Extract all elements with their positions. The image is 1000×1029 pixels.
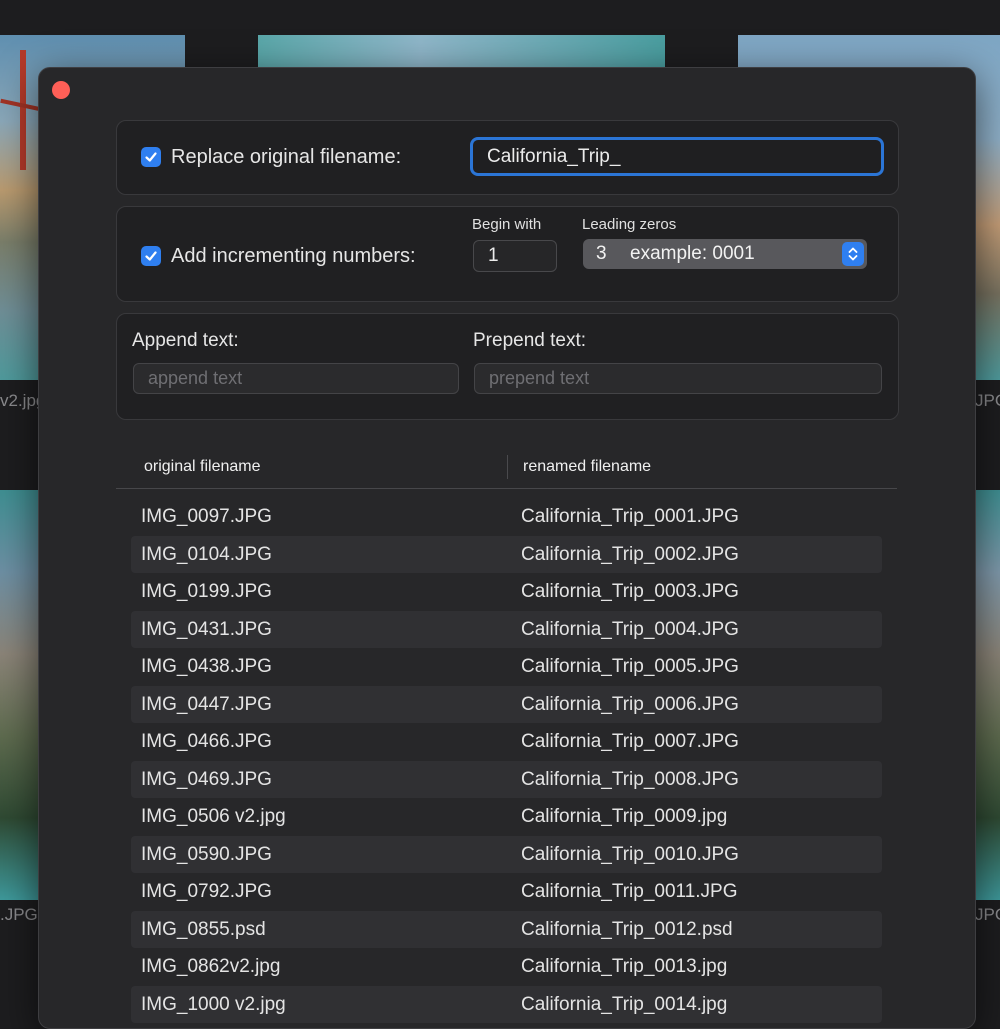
original-filename-cell: IMG_0447.JPG [141,693,272,715]
renamed-filename-cell: California_Trip_0003.JPG [521,581,739,602]
renamed-filename-cell: California_Trip_0007.JPG [521,731,739,752]
leading-zeros-select[interactable]: 3 example: 0001 [583,239,867,269]
renamed-filename-cell: California_Trip_0013.jpg [521,956,728,977]
chevron-up-down-icon[interactable] [842,242,864,266]
renamed-filename-cell: California_Trip_0001.JPG [521,506,739,527]
renamed-filename-cell: California_Trip_0006.JPG [521,693,739,715]
background-photo-sky [258,35,665,68]
original-filename-cell: IMG_1000 v2.jpg [141,993,286,1015]
begin-with-label: Begin with [472,216,542,233]
renamed-filename-cell: California_Trip_0004.JPG [521,618,739,640]
background-thumb-label: JPG [975,391,1000,410]
original-filename-cell: IMG_0590.JPG [141,843,272,865]
table-row[interactable]: IMG_0097.JPG California_Trip_0001.JPG [131,498,882,536]
renamed-filename-cell: California_Trip_0008.JPG [521,768,739,790]
bridge-tower [20,50,26,170]
original-filename-cell: IMG_0862v2.jpg [141,956,281,977]
prepend-text-input[interactable] [474,363,882,394]
leading-zeros-label: Leading zeros [582,216,677,233]
column-header-renamed[interactable]: renamed filename [523,458,651,476]
rename-window: Replace original filename: Add increment… [38,67,976,1029]
original-filename-cell: IMG_0199.JPG [141,581,272,602]
table-row[interactable]: IMG_0466.JPG California_Trip_0007.JPG [131,723,882,761]
table-row[interactable]: IMG_0447.JPG California_Trip_0006.JPG [131,685,882,723]
incrementing-numbers-checkbox[interactable] [141,246,161,266]
replace-filename-input[interactable] [470,137,884,176]
leading-zeros-example: example: 0001 [630,243,755,264]
begin-with-input[interactable] [473,240,557,272]
original-filename-cell: IMG_0855.psd [141,918,266,940]
original-filename-cell: IMG_0466.JPG [141,731,272,752]
background-thumb-label: .JPG [0,905,38,924]
prepend-text-label: Prepend text: [473,330,587,351]
table-row[interactable]: IMG_0862v2.jpg California_Trip_0013.jpg [131,948,882,986]
table-row[interactable]: IMG_0104.JPG California_Trip_0002.JPG [131,535,882,573]
original-filename-cell: IMG_0469.JPG [141,768,272,790]
table-row[interactable]: IMG_0590.JPG California_Trip_0010.JPG [131,835,882,873]
background-thumb-label: JPG [975,905,1000,924]
append-text-input[interactable] [133,363,459,394]
original-filename-cell: IMG_0431.JPG [141,618,272,640]
table-row[interactable]: IMG_0855.psd California_Trip_0012.psd [131,910,882,948]
renamed-filename-cell: California_Trip_0009.jpg [521,806,728,827]
table-header-separator [116,488,897,489]
table-row[interactable]: IMG_0506 v2.jpg California_Trip_0009.jpg [131,798,882,836]
checkmark-icon [145,251,157,261]
close-window-button[interactable] [52,81,70,99]
column-header-original[interactable]: original filename [144,458,261,476]
checkmark-icon [145,152,157,162]
original-filename-cell: IMG_0792.JPG [141,881,272,902]
original-filename-cell: IMG_0097.JPG [141,506,272,527]
original-filename-cell: IMG_0104.JPG [141,543,272,565]
table-row[interactable]: IMG_0469.JPG California_Trip_0008.JPG [131,760,882,798]
replace-filename-checkbox[interactable] [141,147,161,167]
renamed-filename-cell: California_Trip_0014.jpg [521,993,728,1015]
renamed-filename-cell: California_Trip_0002.JPG [521,543,739,565]
replace-filename-label: Replace original filename: [171,146,402,168]
renamed-filename-cell: California_Trip_0010.JPG [521,843,739,865]
original-filename-cell: IMG_0506 v2.jpg [141,806,286,827]
filename-table-body: IMG_0097.JPG California_Trip_0001.JPG IMG_… [131,498,882,1023]
column-divider[interactable] [507,455,508,479]
leading-zeros-value: 3 [596,243,607,264]
table-row[interactable]: IMG_0792.JPG California_Trip_0011.JPG [131,873,882,911]
incrementing-numbers-label: Add incrementing numbers: [171,245,416,267]
table-row[interactable]: IMG_0438.JPG California_Trip_0005.JPG [131,648,882,686]
renamed-filename-cell: California_Trip_0011.JPG [521,881,738,902]
table-row[interactable]: IMG_0431.JPG California_Trip_0004.JPG [131,610,882,648]
table-row[interactable]: IMG_1000 v2.jpg California_Trip_0014.jpg [131,985,882,1023]
original-filename-cell: IMG_0438.JPG [141,656,272,677]
renamed-filename-cell: California_Trip_0012.psd [521,918,733,940]
renamed-filename-cell: California_Trip_0005.JPG [521,656,739,677]
table-row[interactable]: IMG_0199.JPG California_Trip_0003.JPG [131,573,882,611]
append-text-label: Append text: [132,330,239,351]
